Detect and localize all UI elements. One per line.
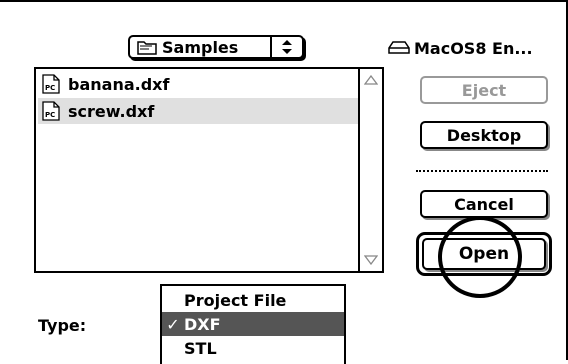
file-name: banana.dxf <box>68 74 170 94</box>
svg-text:PC: PC <box>45 84 55 92</box>
file-name: screw.dxf <box>68 101 155 121</box>
type-label: Type: <box>38 316 87 335</box>
up-down-arrows-icon <box>272 39 302 55</box>
checkmark-icon: ✓ <box>166 314 180 334</box>
type-option-label: DXF <box>184 314 221 334</box>
type-option-label: Project File <box>184 290 287 310</box>
volume-indicator: MacOS8 En... <box>388 39 533 58</box>
highlight-circle <box>438 216 522 298</box>
file-list[interactable]: PC banana.dxf PC screw.dxf <box>34 67 384 273</box>
scroll-down-arrow-icon[interactable] <box>360 249 382 271</box>
folder-popup-label: Samples <box>162 37 239 57</box>
vertical-scrollbar[interactable] <box>358 69 382 271</box>
open-dialog: Samples MacOS8 En... PC banana.dxf PC sc… <box>0 0 568 364</box>
scroll-up-arrow-icon[interactable] <box>360 69 382 91</box>
pc-document-icon: PC <box>42 74 60 94</box>
type-option[interactable]: Project File <box>162 288 344 312</box>
volume-label: MacOS8 En... <box>414 39 533 58</box>
cancel-button[interactable]: Cancel <box>420 190 548 218</box>
hard-disk-icon <box>388 39 410 58</box>
file-list-item[interactable]: PC screw.dxf <box>38 98 358 124</box>
button-separator <box>416 170 548 172</box>
pc-document-icon: PC <box>42 101 60 121</box>
eject-button[interactable]: Eject <box>420 76 548 104</box>
type-option[interactable]: STL <box>162 336 344 360</box>
folder-icon <box>136 38 158 56</box>
file-list-item[interactable]: PC banana.dxf <box>38 71 358 97</box>
type-option[interactable]: ✓ DXF <box>162 312 344 336</box>
desktop-button[interactable]: Desktop <box>420 121 548 149</box>
folder-popup[interactable]: Samples <box>128 35 304 59</box>
type-dropdown-menu[interactable]: Project File ✓ DXF STL <box>160 284 346 364</box>
type-option-label: STL <box>184 338 217 358</box>
svg-text:PC: PC <box>45 111 55 119</box>
